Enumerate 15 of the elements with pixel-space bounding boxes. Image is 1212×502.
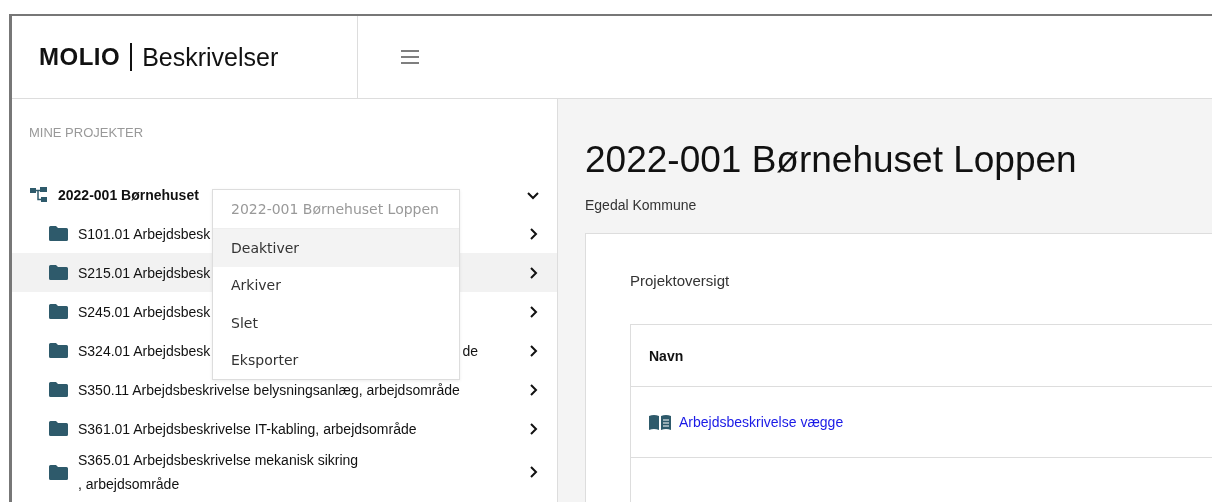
column-header: Navn: [631, 325, 1212, 387]
folder-label: S350.11 Arbejdsbeskrivelse belysningsanlæg, arbejdsområde: [78, 380, 460, 400]
folder-label: S361.01 Arbejdsbeskrivelse IT-kabling, arbejdsområde: [78, 419, 417, 439]
project-subtitle: Egedal Kommune: [585, 197, 698, 213]
product-name: Beskrivelser: [142, 42, 279, 72]
folder-label: S215.01 Arbejdsbesk: [78, 263, 211, 283]
sidebar-heading: MINE PROJEKTER: [28, 124, 145, 142]
molio-logo: MOLIO: [39, 43, 121, 71]
folder-label: S324.01 Arbejdsbesk: [78, 341, 211, 361]
project-title: 2022-001 Børnehuset Loppen: [585, 139, 1078, 181]
folder-label-end: de: [462, 342, 478, 359]
folder-label: S101.01 Arbejdsbesk: [78, 224, 211, 244]
card-title: Projektoversigt: [630, 272, 731, 289]
folder-label: S245.01 Arbejdsbesk: [78, 302, 211, 322]
folder-label: S365.01 Arbejdsbeskrivelse mekanisk sikring , arbejdsområde: [78, 451, 359, 494]
